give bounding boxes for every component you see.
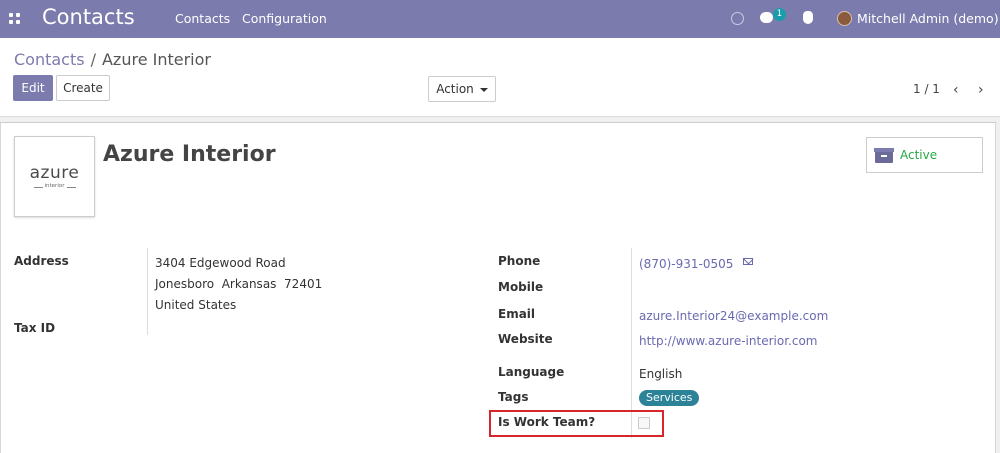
edit-button[interactable]: Edit [13,75,53,101]
address-country: United States [155,298,237,312]
breadcrumb-current: Azure Interior [101,50,211,69]
control-panel: Contacts / Azure Interior Edit Create Acti… [0,38,1000,117]
chat-count-badge: 1 [773,8,786,21]
apps-menu-icon[interactable] [9,13,20,24]
action-label: Action [436,82,474,96]
website-value[interactable]: http://www.azure-interior.com [639,334,817,348]
top-navbar: Contacts Contacts Configuration 1 Mitche… [0,0,1000,38]
send-sms-envelope-icon[interactable] [743,258,753,265]
record-title: Azure Interior [103,142,276,167]
breadcrumb-separator: / [90,50,96,69]
is-work-team-checkbox[interactable] [638,417,650,429]
logo-word: azure [29,163,80,183]
mobile-label: Mobile [498,280,544,294]
app-title[interactable]: Contacts [42,5,135,29]
website-label: Website [498,332,553,346]
chat-icon[interactable] [760,12,773,23]
menu-configuration[interactable]: Configuration [242,11,327,26]
tag-services[interactable]: Services [639,390,700,406]
pager-value[interactable]: 1 / 1 [913,82,940,96]
caret-down-icon [479,87,488,92]
phone-value[interactable]: (870)-931-0505 [639,257,733,271]
email-label: Email [498,307,536,321]
user-avatar[interactable] [837,11,852,26]
language-label: Language [498,365,565,379]
debug-bug-icon[interactable] [803,11,813,24]
is-work-team-label: Is Work Team? [498,415,596,429]
active-toggle-button[interactable]: Active [866,137,983,173]
chevron-left-icon[interactable]: ‹ [953,82,959,98]
action-dropdown-button[interactable]: Action [428,76,496,102]
active-label: Active [900,148,938,162]
create-button[interactable]: Create [56,75,110,101]
archive-icon [874,148,894,163]
tags-label: Tags [498,390,529,404]
email-value[interactable]: azure.Interior24@example.com [639,309,828,323]
tax-id-label: Tax ID [14,321,56,335]
chevron-right-icon[interactable]: › [978,82,984,98]
phone-label: Phone [498,254,541,268]
logo-subtext: interior [44,183,65,189]
address-street: 3404 Edgewood Road [155,256,286,270]
address-city-state-zip: Jonesboro Arkansas 72401 [155,277,323,291]
language-value: English [639,367,683,381]
activity-clock-icon[interactable] [731,12,744,25]
user-menu[interactable]: Mitchell Admin (demo) [857,11,999,26]
company-logo[interactable]: azure interior [14,136,95,217]
breadcrumb-contacts-link[interactable]: Contacts [14,50,85,69]
breadcrumb: Contacts / Azure Interior [14,50,211,69]
address-label: Address [14,254,69,268]
menu-contacts[interactable]: Contacts [175,11,230,26]
